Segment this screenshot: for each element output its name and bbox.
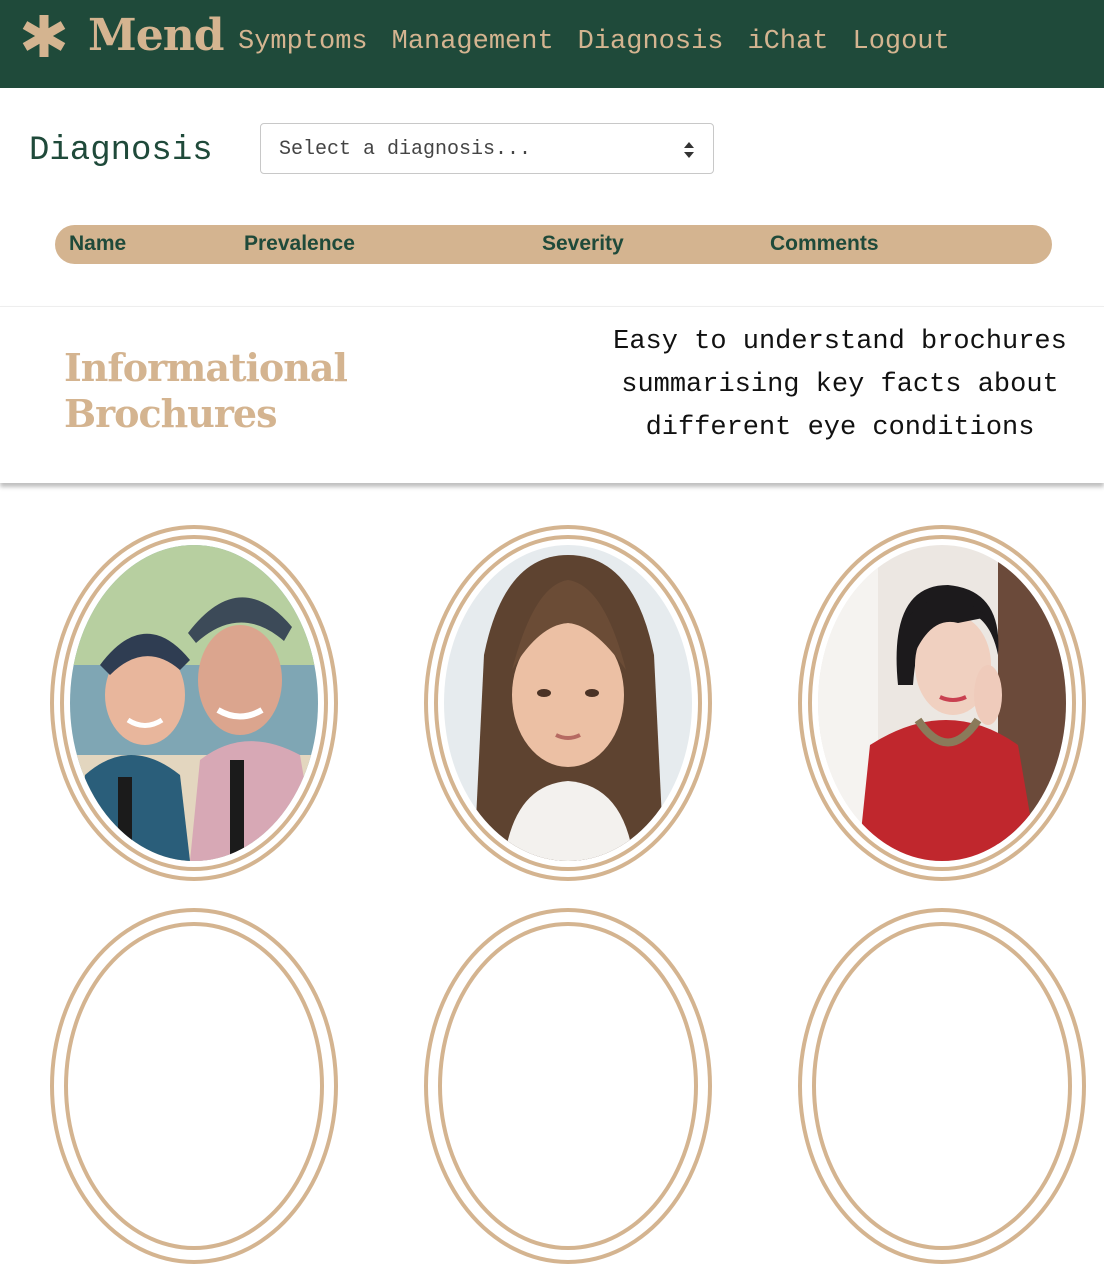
column-header-name: Name xyxy=(69,232,127,255)
nav-link-ichat[interactable]: iChat xyxy=(747,27,828,57)
column-header-comments: Comments xyxy=(770,232,879,255)
brochures-description: Easy to understand brochures summarising… xyxy=(613,327,1067,443)
nav-links: Symptoms Management Diagnosis iChat Logo… xyxy=(238,27,974,57)
diagnosis-select[interactable]: Select a diagnosis... xyxy=(260,123,714,174)
brochure-card-5[interactable] xyxy=(424,908,712,1264)
woman-photo-illustration xyxy=(818,545,1066,861)
brochures-panel: Informational Brochures Easy to understa… xyxy=(0,306,1104,483)
nav-link-diagnosis[interactable]: Diagnosis xyxy=(578,27,724,57)
diagnosis-select-value: Select a diagnosis... xyxy=(279,138,532,161)
nav-link-symptoms[interactable]: Symptoms xyxy=(238,27,368,57)
brochures-title: Informational Brochures xyxy=(64,345,348,436)
diagnosis-label: Diagnosis xyxy=(29,132,213,170)
brochure-card-2[interactable] xyxy=(424,525,712,881)
table-header: Name Prevalence Severity Comments xyxy=(55,225,1052,264)
frame-ring xyxy=(64,922,324,1250)
couple-photo-illustration xyxy=(70,545,318,861)
nav-link-logout[interactable]: Logout xyxy=(853,27,950,57)
brochure-card-3[interactable] xyxy=(798,525,1086,881)
column-header-prevalence: Prevalence xyxy=(244,232,355,255)
frame-ring xyxy=(438,922,698,1250)
brochure-card-4[interactable] xyxy=(50,908,338,1264)
brochure-photo-girl[interactable] xyxy=(444,545,692,861)
column-header-severity: Severity xyxy=(542,232,624,255)
navbar: Mend Symptoms Management Diagnosis iChat… xyxy=(0,0,1104,88)
girl-photo-illustration xyxy=(444,545,692,861)
nav-link-management[interactable]: Management xyxy=(392,27,554,57)
brochure-card-1[interactable] xyxy=(50,525,338,881)
brochure-card-6[interactable] xyxy=(798,908,1086,1264)
asterisk-icon[interactable] xyxy=(22,13,66,59)
brand-name[interactable]: Mend xyxy=(88,10,224,61)
brochure-photo-woman[interactable] xyxy=(818,545,1066,861)
brochure-photo-couple[interactable] xyxy=(70,545,318,861)
frame-ring xyxy=(812,922,1072,1250)
select-arrows-icon xyxy=(684,142,694,158)
